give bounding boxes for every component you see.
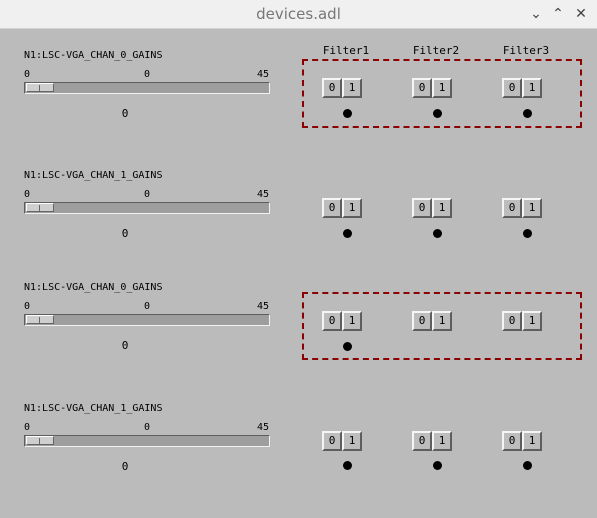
pv-label: N1:LSC-VGA_CHAN_0_GAINS bbox=[24, 50, 163, 61]
filter3-status-led bbox=[523, 109, 532, 118]
slider-max-tick: 45 bbox=[257, 69, 270, 80]
filter1-on-button[interactable]: 1 bbox=[342, 78, 362, 98]
filter3-off-button[interactable]: 0 bbox=[502, 198, 522, 218]
filter2-off-button[interactable]: 0 bbox=[412, 311, 432, 331]
filter2-status-led bbox=[433, 461, 442, 470]
filter2-off-button[interactable]: 0 bbox=[412, 431, 432, 451]
filter1-off-button[interactable]: 0 bbox=[322, 431, 342, 451]
minimize-button[interactable]: ⌄ bbox=[526, 4, 546, 24]
filter3-status-led bbox=[523, 229, 532, 238]
close-icon: ✕ bbox=[575, 6, 587, 22]
gain-value: 0 bbox=[121, 107, 129, 120]
chevron-down-icon: ⌄ bbox=[530, 6, 542, 22]
filter3-on-button[interactable]: 1 bbox=[522, 198, 542, 218]
filter3-toggle: 0 1 bbox=[502, 311, 542, 331]
gain-slider[interactable] bbox=[24, 202, 270, 214]
pv-label: N1:LSC-VGA_CHAN_0_GAINS bbox=[24, 282, 163, 293]
filter2-status-led bbox=[433, 229, 442, 238]
chevron-up-icon: ⌃ bbox=[552, 6, 564, 22]
filter2-toggle: 0 1 bbox=[412, 431, 452, 451]
filter1-on-button[interactable]: 1 bbox=[342, 311, 362, 331]
gain-value: 0 bbox=[121, 339, 129, 352]
filter1-toggle: 0 1 bbox=[322, 311, 362, 331]
slider-thumb[interactable] bbox=[26, 83, 54, 92]
filter1-toggle: 0 1 bbox=[322, 198, 362, 218]
filter3-on-button[interactable]: 1 bbox=[522, 431, 542, 451]
filter3-status-led bbox=[523, 461, 532, 470]
channel-panel: N1:LSC-VGA_CHAN_1_GAINS 0 0 45 0 0 1 0 1… bbox=[0, 170, 597, 285]
gain-value: 0 bbox=[121, 227, 129, 240]
filter3-toggle: 0 1 bbox=[502, 78, 542, 98]
slider-min-tick: 0 bbox=[24, 189, 31, 200]
filter3-on-button[interactable]: 1 bbox=[522, 311, 542, 331]
filter1-status-led bbox=[343, 461, 352, 470]
slider-thumb[interactable] bbox=[26, 436, 54, 445]
filter2-on-button[interactable]: 1 bbox=[432, 311, 452, 331]
filter3-off-button[interactable]: 0 bbox=[502, 78, 522, 98]
maximize-button[interactable]: ⌃ bbox=[548, 4, 568, 24]
filter1-toggle: 0 1 bbox=[322, 78, 362, 98]
filter1-on-button[interactable]: 1 bbox=[342, 431, 362, 451]
slider-thumb[interactable] bbox=[26, 315, 54, 324]
filter1-toggle: 0 1 bbox=[322, 431, 362, 451]
slider-thumb[interactable] bbox=[26, 203, 54, 212]
filter1-status-led bbox=[343, 229, 352, 238]
filter3-toggle: 0 1 bbox=[502, 431, 542, 451]
slider-mid-tick: 0 bbox=[144, 69, 151, 80]
slider-mid-tick: 0 bbox=[144, 422, 151, 433]
filter2-on-button[interactable]: 1 bbox=[432, 198, 452, 218]
channel-panel: N1:LSC-VGA_CHAN_1_GAINS 0 0 45 0 0 1 0 1… bbox=[0, 403, 597, 518]
filter1-status-led bbox=[343, 342, 352, 351]
filter1-on-button[interactable]: 1 bbox=[342, 198, 362, 218]
gain-slider[interactable] bbox=[24, 435, 270, 447]
filter3-off-button[interactable]: 0 bbox=[502, 431, 522, 451]
filter1-off-button[interactable]: 0 bbox=[322, 311, 342, 331]
gain-value: 0 bbox=[121, 460, 129, 473]
window-title: devices.adl bbox=[256, 5, 341, 23]
slider-max-tick: 45 bbox=[257, 301, 270, 312]
slider-min-tick: 0 bbox=[24, 422, 31, 433]
slider-mid-tick: 0 bbox=[144, 189, 151, 200]
filter2-off-button[interactable]: 0 bbox=[412, 198, 432, 218]
filter2-on-button[interactable]: 1 bbox=[432, 78, 452, 98]
pv-label: N1:LSC-VGA_CHAN_1_GAINS bbox=[24, 403, 163, 414]
slider-mid-tick: 0 bbox=[144, 301, 151, 312]
filter3-on-button[interactable]: 1 bbox=[522, 78, 542, 98]
filter2-toggle: 0 1 bbox=[412, 198, 452, 218]
filter2-off-button[interactable]: 0 bbox=[412, 78, 432, 98]
slider-min-tick: 0 bbox=[24, 69, 31, 80]
filter3-off-button[interactable]: 0 bbox=[502, 311, 522, 331]
slider-min-tick: 0 bbox=[24, 301, 31, 312]
window-titlebar: devices.adl ⌄ ⌃ ✕ bbox=[0, 0, 597, 29]
filter2-toggle: 0 1 bbox=[412, 78, 452, 98]
filter3-toggle: 0 1 bbox=[502, 198, 542, 218]
pv-label: N1:LSC-VGA_CHAN_1_GAINS bbox=[24, 170, 163, 181]
slider-max-tick: 45 bbox=[257, 189, 270, 200]
slider-max-tick: 45 bbox=[257, 422, 270, 433]
close-button[interactable]: ✕ bbox=[571, 4, 591, 24]
filter2-status-led bbox=[433, 109, 442, 118]
gain-slider[interactable] bbox=[24, 314, 270, 326]
filter1-status-led bbox=[343, 109, 352, 118]
channel-panel: N1:LSC-VGA_CHAN_0_GAINS 0 0 45 0 0 1 0 1… bbox=[0, 50, 597, 165]
filter2-on-button[interactable]: 1 bbox=[432, 431, 452, 451]
filter1-off-button[interactable]: 0 bbox=[322, 78, 342, 98]
filter1-off-button[interactable]: 0 bbox=[322, 198, 342, 218]
channel-panel: N1:LSC-VGA_CHAN_0_GAINS 0 0 45 0 0 1 0 1… bbox=[0, 282, 597, 397]
filter2-toggle: 0 1 bbox=[412, 311, 452, 331]
gain-slider[interactable] bbox=[24, 82, 270, 94]
